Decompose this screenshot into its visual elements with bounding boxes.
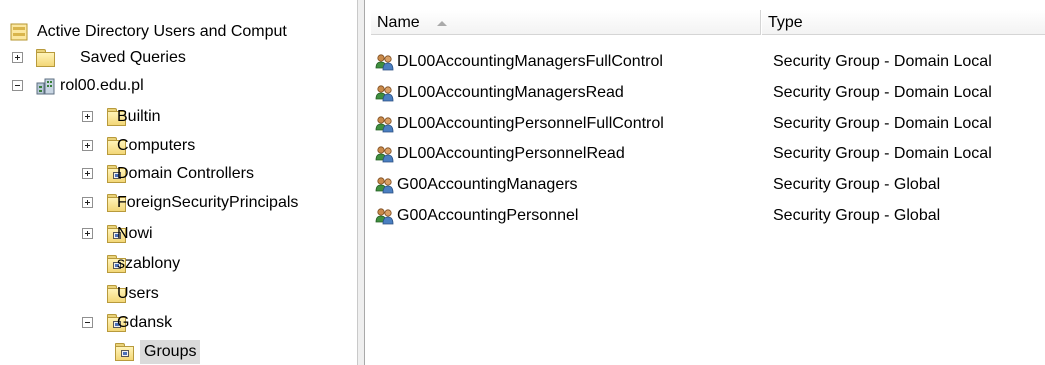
organizational-unit-icon bbox=[115, 343, 134, 361]
sort-ascending-icon bbox=[437, 21, 447, 26]
folder-icon bbox=[36, 49, 55, 67]
expand-icon[interactable] bbox=[82, 228, 93, 239]
security-group-icon bbox=[375, 176, 395, 194]
list-item[interactable]: DL00AccountingManagersRead Security Grou… bbox=[371, 80, 1045, 106]
tree-item-label-selected: Groups bbox=[140, 340, 201, 364]
results-list[interactable]: Name Type DL00AccountingManagersFullCont… bbox=[365, 0, 1045, 365]
item-type: Security Group - Global bbox=[773, 207, 941, 224]
item-name: DL00AccountingManagersRead bbox=[397, 84, 624, 101]
item-name: G00AccountingManagers bbox=[397, 176, 578, 193]
security-group-icon bbox=[375, 84, 395, 102]
column-header-label: Type bbox=[768, 14, 803, 31]
item-name: G00AccountingPersonnel bbox=[397, 207, 579, 224]
tree-item-label: Gdansk bbox=[117, 314, 173, 331]
security-group-icon bbox=[375, 115, 395, 133]
expand-icon[interactable] bbox=[82, 111, 93, 122]
item-type: Security Group - Domain Local bbox=[773, 84, 992, 101]
console-tree[interactable]: Active Directory Users and Comput Saved … bbox=[0, 0, 356, 365]
tree-item-label: Nowi bbox=[117, 225, 153, 242]
tree-item-label: Saved Queries bbox=[80, 49, 186, 66]
list-item[interactable]: DL00AccountingPersonnelFullControl Secur… bbox=[371, 111, 1045, 137]
item-name: DL00AccountingPersonnelRead bbox=[397, 145, 625, 162]
expand-icon[interactable] bbox=[12, 52, 23, 63]
item-name: DL00AccountingManagersFullControl bbox=[397, 53, 663, 70]
tree-item-label: ForeignSecurityPrincipals bbox=[117, 194, 299, 211]
domain-icon bbox=[36, 78, 55, 95]
collapse-icon[interactable] bbox=[82, 317, 93, 328]
list-item[interactable]: G00AccountingManagers Security Group - G… bbox=[371, 172, 1045, 198]
collapse-icon[interactable] bbox=[12, 80, 23, 91]
pane-splitter[interactable] bbox=[357, 0, 365, 365]
list-item[interactable]: G00AccountingPersonnel Security Group - … bbox=[371, 203, 1045, 229]
item-type: Security Group - Global bbox=[773, 176, 941, 193]
item-name: DL00AccountingPersonnelFullControl bbox=[397, 115, 664, 132]
tree-item-label: Active Directory Users and Comput bbox=[37, 23, 287, 40]
tree-item-label: szablony bbox=[117, 255, 181, 272]
expand-icon[interactable] bbox=[82, 197, 93, 208]
security-group-icon bbox=[375, 145, 395, 163]
item-type: Security Group - Domain Local bbox=[773, 145, 992, 162]
tree-item-label: Builtin bbox=[117, 108, 161, 125]
tree-item-label: Computers bbox=[117, 137, 196, 154]
list-item[interactable]: DL00AccountingManagersFullControl Securi… bbox=[371, 49, 1045, 75]
expand-icon[interactable] bbox=[82, 140, 93, 151]
security-group-icon bbox=[375, 207, 395, 225]
item-type: Security Group - Domain Local bbox=[773, 115, 992, 132]
tree-item-label: Domain Controllers bbox=[117, 165, 254, 182]
tree-item-label: Users bbox=[117, 285, 159, 302]
tree-item-label: rol00.edu.pl bbox=[60, 77, 144, 94]
active-directory-icon bbox=[10, 23, 28, 41]
column-header-type[interactable]: Type bbox=[762, 10, 1045, 35]
item-type: Security Group - Domain Local bbox=[773, 53, 992, 70]
column-header-label: Name bbox=[377, 14, 420, 31]
security-group-icon bbox=[375, 53, 395, 71]
column-header-name[interactable]: Name bbox=[371, 10, 761, 35]
expand-icon[interactable] bbox=[82, 168, 93, 179]
list-item[interactable]: DL00AccountingPersonnelRead Security Gro… bbox=[371, 141, 1045, 167]
